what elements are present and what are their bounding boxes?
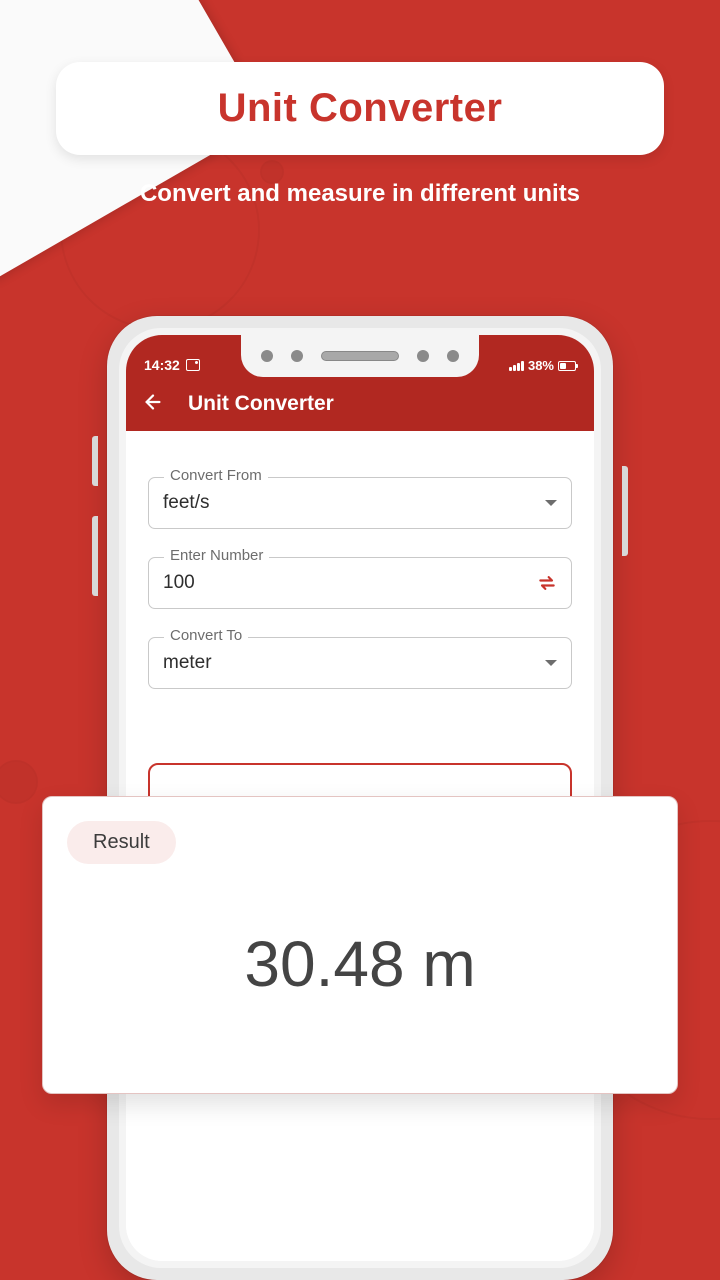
promo-subtitle: Convert and measure in different units: [60, 178, 660, 210]
promo-title-card: Unit Converter: [56, 62, 664, 155]
image-icon: [186, 359, 200, 371]
convert-to-field[interactable]: Convert To meter: [148, 637, 572, 689]
result-label: Result: [93, 831, 150, 853]
enter-number-field[interactable]: Enter Number 100: [148, 557, 572, 609]
battery-percent: 38%: [528, 358, 554, 373]
result-value: 30.48 m: [43, 927, 677, 1001]
enter-number-value: 100: [163, 572, 195, 594]
enter-number-label: Enter Number: [164, 547, 269, 564]
result-pill: Result: [67, 821, 176, 864]
back-arrow-icon[interactable]: [142, 391, 164, 418]
status-time: 14:32: [144, 357, 180, 373]
chevron-down-icon: [545, 500, 557, 506]
phone-notch: [241, 335, 479, 377]
promo-title: Unit Converter: [86, 86, 634, 131]
result-card: Result 30.48 m: [42, 796, 678, 1094]
app-header: Unit Converter: [126, 377, 594, 431]
convert-to-value: meter: [163, 652, 212, 674]
app-title: Unit Converter: [188, 392, 334, 416]
signal-icon: [509, 361, 524, 371]
convert-to-label: Convert To: [164, 627, 248, 644]
convert-from-label: Convert From: [164, 467, 268, 484]
convert-from-value: feet/s: [163, 492, 209, 514]
chevron-down-icon: [545, 660, 557, 666]
battery-icon: [558, 361, 576, 371]
swap-icon[interactable]: [537, 573, 557, 593]
convert-from-field[interactable]: Convert From feet/s: [148, 477, 572, 529]
